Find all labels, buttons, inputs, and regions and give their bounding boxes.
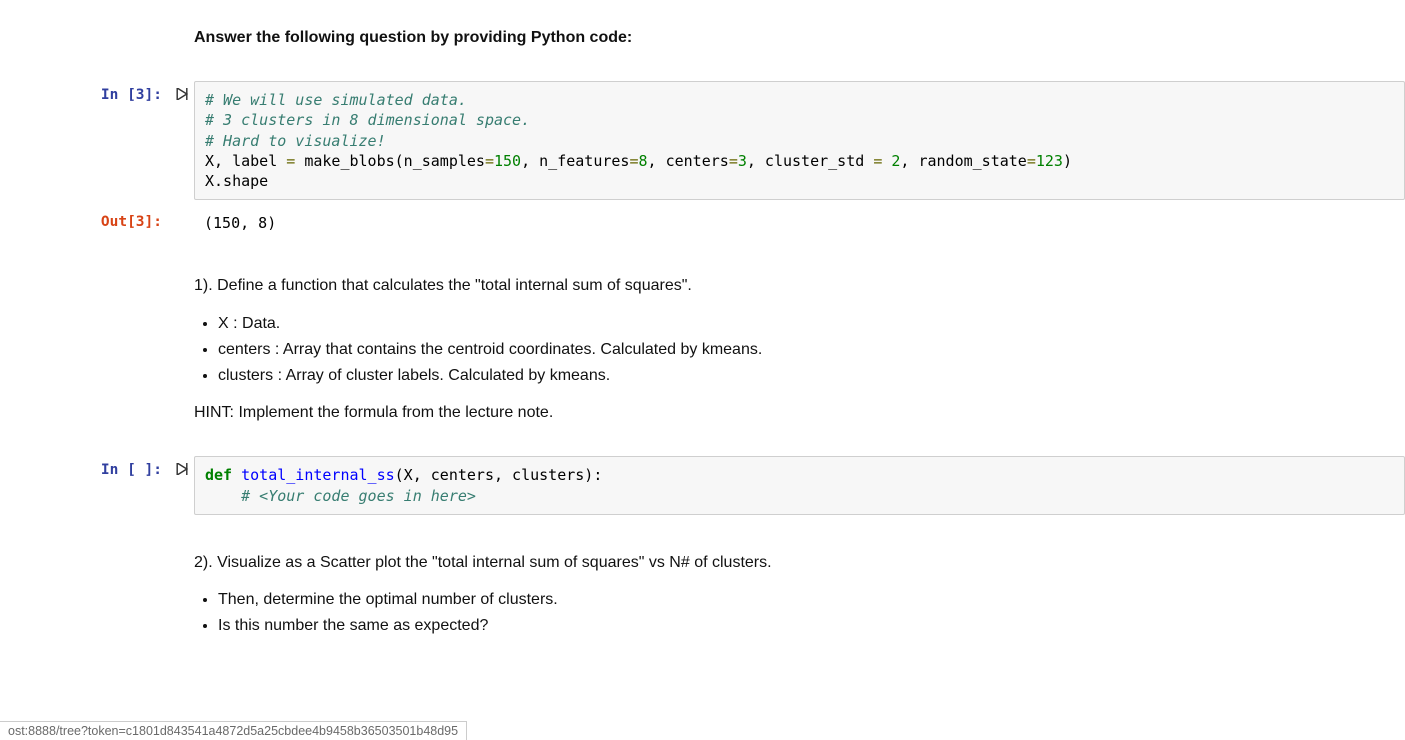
code-line: # Hard to visualize!: [205, 132, 386, 150]
markdown-cell-2: 2). Visualize as a Scatter plot the "tot…: [0, 537, 1405, 660]
run-spacer: [170, 541, 194, 547]
code-token: =: [286, 152, 295, 170]
code-input-area-2[interactable]: def total_internal_ss(X, centers, cluste…: [194, 456, 1405, 515]
code-token: , random_state: [900, 152, 1026, 170]
list-item: X : Data.: [218, 312, 1397, 335]
code-token: =: [729, 152, 738, 170]
run-spacer: [170, 208, 194, 214]
output-cell-1: Out[3]: (150, 8): [0, 204, 1405, 242]
question-heading: Answer the following question by providi…: [194, 26, 1397, 49]
question-1-text: 1). Define a function that calculates th…: [194, 274, 1397, 297]
run-spacer: [170, 264, 194, 270]
code-line: X.shape: [205, 172, 268, 190]
output-text: (150, 8): [194, 208, 1405, 238]
run-button-1[interactable]: [170, 81, 194, 103]
notebook-container: Answer the following question by providi…: [0, 0, 1405, 659]
code-token: =: [629, 152, 638, 170]
code-cell-2[interactable]: In [ ]: def total_internal_ss(X, centers…: [0, 452, 1405, 519]
question-2-text: 2). Visualize as a Scatter plot the "tot…: [194, 551, 1397, 574]
input-prompt-1: In [3]:: [0, 81, 170, 103]
output-area-1: (150, 8): [194, 208, 1405, 238]
code-token: def: [205, 466, 232, 484]
code-token: 8: [639, 152, 648, 170]
code-line: # 3 clusters in 8 dimensional space.: [205, 111, 530, 129]
code-line: # We will use simulated data.: [205, 91, 467, 109]
prompt-spacer: [0, 541, 170, 547]
list-item: centers : Array that contains the centro…: [218, 338, 1397, 361]
code-token: [232, 466, 241, 484]
list-item: Then, determine the optimal number of cl…: [218, 588, 1397, 611]
code-token: total_internal_ss: [241, 466, 395, 484]
code-input-area-1[interactable]: # We will use simulated data. # 3 cluste…: [194, 81, 1405, 200]
markdown-cell-1: 1). Define a function that calculates th…: [0, 260, 1405, 446]
code-token: , centers: [648, 152, 729, 170]
code-token: 123: [1036, 152, 1063, 170]
list-item: clusters : Array of cluster labels. Calc…: [218, 364, 1397, 387]
markdown-content-2: 2). Visualize as a Scatter plot the "tot…: [194, 541, 1405, 656]
list-item: Is this number the same as expected?: [218, 614, 1397, 637]
code-token: =: [1027, 152, 1036, 170]
code-token: make_blobs(n_samples: [295, 152, 485, 170]
question-2-list: Then, determine the optimal number of cl…: [218, 588, 1397, 637]
input-prompt-2: In [ ]:: [0, 456, 170, 478]
run-icon: [176, 87, 188, 103]
code-token: [205, 487, 241, 505]
run-spacer: [170, 16, 194, 22]
prompt-spacer: [0, 16, 170, 22]
browser-status-url: ost:8888/tree?token=c1801d843541a4872d5a…: [0, 721, 467, 740]
code-token: =: [873, 152, 882, 170]
markdown-content-1: 1). Define a function that calculates th…: [194, 264, 1405, 442]
code-token: # <Your code goes in here>: [241, 487, 476, 505]
hint-text: HINT: Implement the formula from the lec…: [194, 401, 1397, 424]
code-token: X, label: [205, 152, 286, 170]
output-prompt-1: Out[3]:: [0, 208, 170, 230]
code-token: , cluster_std: [747, 152, 873, 170]
run-icon: [176, 462, 188, 478]
markdown-content: Answer the following question by providi…: [194, 16, 1405, 73]
code-token: =: [485, 152, 494, 170]
run-button-2[interactable]: [170, 456, 194, 478]
code-cell-1[interactable]: In [3]: # We will use simulated data. # …: [0, 77, 1405, 204]
code-token: ): [1063, 152, 1072, 170]
question-1-list: X : Data. centers : Array that contains …: [218, 312, 1397, 388]
prompt-spacer: [0, 264, 170, 270]
code-token: 3: [738, 152, 747, 170]
code-token: (X, centers, clusters):: [395, 466, 603, 484]
code-token: , n_features: [521, 152, 629, 170]
code-token: 150: [494, 152, 521, 170]
markdown-cell-heading: Answer the following question by providi…: [0, 12, 1405, 77]
